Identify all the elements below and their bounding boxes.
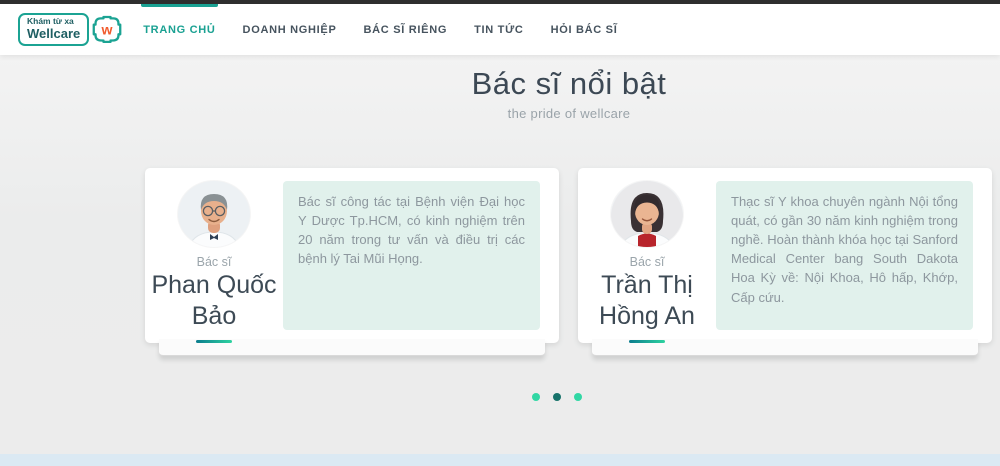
doctor-role-label: Bác sĩ	[196, 255, 232, 270]
name-underline	[629, 340, 665, 343]
doctor-bio: Bác sĩ công tác tại Bệnh viện Đại học Y …	[283, 181, 540, 330]
carousel-dots	[133, 388, 981, 406]
section-subtitle: the pride of wellcare	[507, 106, 631, 121]
nav-item-bac-si-rieng[interactable]: BÁC SĨ RIÊNG	[364, 4, 448, 55]
doctor-cards-row: Bác sĩ Phan Quốc Bảo Bác sĩ công tác tại…	[145, 168, 993, 356]
doctor-photo	[611, 181, 683, 248]
section-title: Bác sĩ nổi bật	[471, 66, 667, 101]
next-section-edge	[0, 454, 1000, 466]
male-doctor-avatar-image	[178, 181, 250, 248]
doctor-bio: Thạc sĩ Y khoa chuyên ngành Nội tổng quá…	[716, 181, 973, 330]
doctor-info-column: Bác sĩ Trần Thị Hồng An	[578, 168, 716, 343]
featured-doctors-section: Bác sĩ nổi bật the pride of wellcare Bác…	[0, 55, 1000, 466]
main-nav: TRANG CHỦ DOANH NGHIỆP BÁC SĨ RIÊNG TIN …	[141, 4, 644, 55]
top-strip	[0, 0, 1000, 4]
doctor-card-tran-thi-hong-an: Bác sĩ Trần Thị Hồng An Thạc sĩ Y khoa c…	[578, 168, 992, 356]
wellcare-logo[interactable]: Khám từ xa Wellcare w	[18, 13, 123, 46]
doctor-role-label: Bác sĩ	[629, 255, 665, 270]
logo-text-box: Khám từ xa Wellcare	[18, 13, 90, 46]
carousel-dot-2[interactable]	[553, 393, 561, 401]
carousel-dot-1[interactable]	[532, 393, 540, 401]
nav-item-hoi-bac-si[interactable]: HỎI BÁC SĨ	[551, 4, 618, 55]
nav-item-tin-tuc[interactable]: TIN TỨC	[474, 4, 523, 55]
doctor-info-column: Bác sĩ Phan Quốc Bảo	[145, 168, 283, 343]
doctor-name: Trần Thị Hồng An	[599, 271, 695, 330]
carousel-dot-3[interactable]	[574, 393, 582, 401]
name-underline	[196, 340, 232, 343]
logo-name: Wellcare	[27, 25, 81, 41]
nav-item-doanh-nghiep[interactable]: DOANH NGHIỆP	[243, 4, 337, 55]
wellcare-cross-icon: w	[92, 16, 122, 44]
header: Khám từ xa Wellcare w TRANG CHỦ DOANH NG…	[0, 4, 1000, 55]
doctor-photo	[178, 181, 250, 248]
doctor-card-phan-quoc-bao: Bác sĩ Phan Quốc Bảo Bác sĩ công tác tại…	[145, 168, 559, 356]
svg-text:w: w	[101, 22, 113, 38]
nav-item-trang-chu[interactable]: TRANG CHỦ	[141, 4, 218, 55]
doctor-name: Phan Quốc Bảo	[151, 271, 277, 330]
female-doctor-avatar-image	[611, 181, 683, 248]
